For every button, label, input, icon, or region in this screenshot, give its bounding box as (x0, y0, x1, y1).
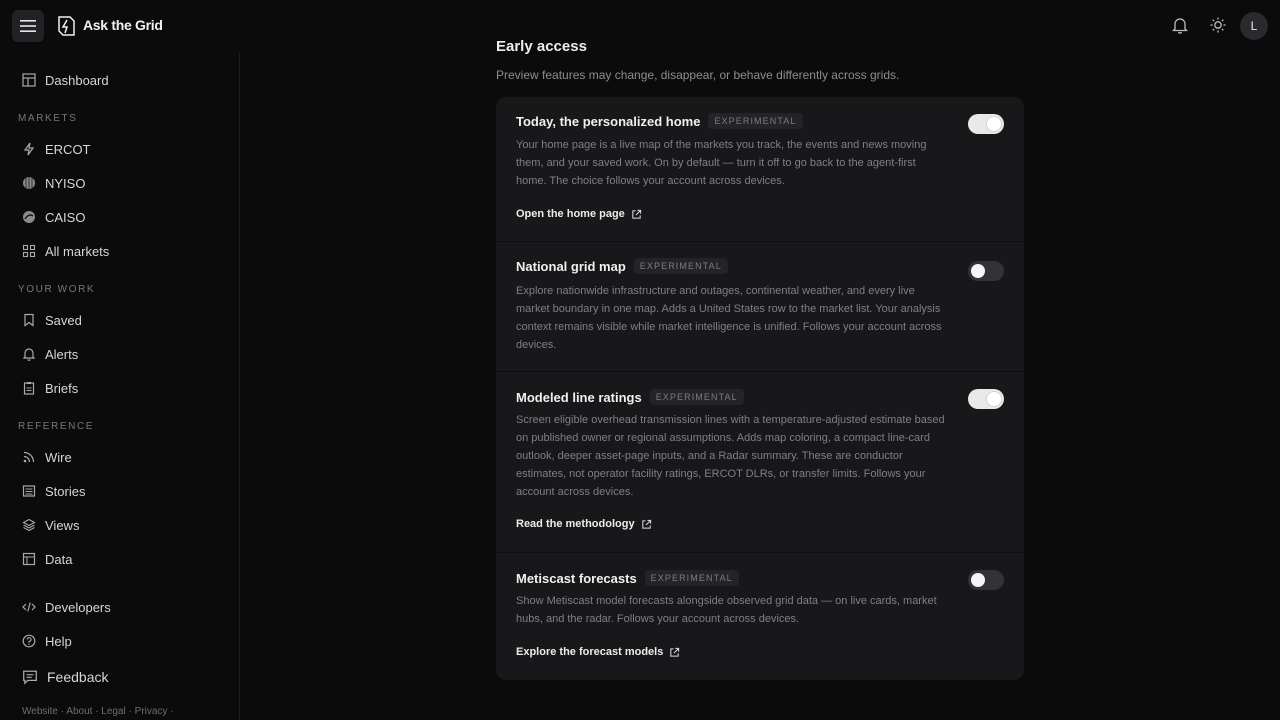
sidebar-item-label: NYISO (45, 175, 86, 191)
theme-toggle-icon[interactable] (1209, 16, 1227, 34)
newspaper-icon (22, 485, 36, 497)
bell-icon (22, 348, 36, 361)
footer-links[interactable]: Website · About · Legal · Privacy · (22, 706, 174, 717)
hamburger-icon (20, 20, 36, 32)
sidebar-item-help[interactable]: Help (12, 626, 228, 656)
feature-description: Show Metiscast model forecasts alongside… (516, 595, 937, 625)
layers-icon (22, 518, 36, 532)
sidebar-item-alerts[interactable]: Alerts (12, 339, 228, 369)
rss-icon (23, 451, 35, 463)
sidebar-item-views[interactable]: Views (12, 510, 228, 540)
sidebar-item-label: All markets (45, 243, 110, 259)
sidebar-item-ercot[interactable]: ERCOT (12, 134, 228, 164)
experimental-badge: EXPERIMENTAL (649, 389, 744, 405)
sidebar: Dashboard MARKETS ERCOT NYISO CAISO All … (0, 52, 240, 720)
your-work-section-label: YOUR WORK (18, 284, 96, 295)
feature-toggle[interactable] (968, 114, 1004, 134)
sidebar-item-label: Saved (45, 312, 82, 328)
sidebar-item-stories[interactable]: Stories (12, 476, 228, 506)
sidebar-item-data[interactable]: Data (12, 544, 228, 574)
bookmark-icon (24, 313, 34, 327)
sidebar-item-label: Views (45, 517, 80, 533)
feature-title: Metiscast forecasts EXPERIMENTAL (516, 570, 739, 586)
sidebar-item-dashboard[interactable]: Dashboard (12, 65, 228, 95)
toggle-knob (971, 264, 985, 278)
section-description: Preview features may change, disappear, … (496, 68, 900, 82)
sidebar-item-wire[interactable]: Wire (12, 442, 228, 472)
toggle-knob (987, 392, 1001, 406)
feature-row: Metiscast forecasts EXPERIMENTAL Show Me… (496, 552, 1024, 680)
toggle-knob (971, 573, 985, 587)
toggle-knob (987, 117, 1001, 131)
sidebar-item-label: Wire (45, 449, 72, 465)
top-bar: Ask the Grid L (0, 0, 1280, 52)
feature-description: Your home page is a live map of the mark… (516, 139, 927, 187)
feature-link[interactable]: Read the methodology (516, 518, 652, 530)
sidebar-item-label: Data (45, 551, 73, 567)
sidebar-item-label: Briefs (45, 380, 79, 396)
sidebar-item-all-markets[interactable]: All markets (12, 236, 228, 266)
feature-row: Modeled line ratings EXPERIMENTAL Screen… (496, 371, 1024, 552)
section-title: Early access (496, 38, 587, 55)
sidebar-item-label: ERCOT (45, 141, 91, 157)
sidebar-item-label: Dashboard (45, 72, 109, 88)
bell-icon[interactable] (1171, 16, 1189, 34)
grid-icon (22, 244, 36, 258)
feature-link[interactable]: Explore the forecast models (516, 646, 680, 658)
code-icon (22, 602, 36, 612)
menu-button[interactable] (12, 10, 44, 42)
feature-description: Screen eligible overhead transmission li… (516, 414, 945, 498)
reference-section-label: REFERENCE (18, 421, 95, 432)
feature-title-text: Metiscast forecasts (516, 570, 637, 586)
sidebar-item-label: Alerts (45, 346, 79, 362)
message-icon (23, 670, 37, 685)
feature-title-text: Today, the personalized home (516, 113, 701, 129)
feature-title: Today, the personalized home EXPERIMENTA… (516, 113, 803, 129)
sidebar-item-label: Stories (45, 483, 86, 499)
experimental-badge: EXPERIMENTAL (633, 258, 728, 274)
early-access-panel: Today, the personalized home EXPERIMENTA… (496, 97, 1024, 680)
sidebar-item-saved[interactable]: Saved (12, 305, 228, 335)
feature-link[interactable]: Open the home page (516, 208, 642, 220)
table-icon (22, 552, 36, 566)
sidebar-item-label: Feedback (47, 669, 109, 685)
brand-name[interactable]: Ask the Grid (83, 17, 163, 33)
feature-title-text: National grid map (516, 258, 626, 274)
feature-toggle[interactable] (968, 570, 1004, 590)
feature-link-text[interactable]: Explore the forecast models (516, 646, 663, 658)
feature-toggle[interactable] (968, 389, 1004, 409)
dashboard-icon (22, 73, 36, 87)
experimental-badge: EXPERIMENTAL (644, 570, 739, 586)
feature-toggle[interactable] (968, 261, 1004, 281)
sidebar-item-label: CAISO (45, 209, 86, 225)
sidebar-item-caiso[interactable]: CAISO (12, 202, 228, 232)
external-link-icon (641, 519, 651, 529)
caiso-logo-icon (23, 211, 35, 223)
feature-row: Today, the personalized home EXPERIMENTA… (496, 97, 1024, 241)
avatar[interactable]: L (1240, 12, 1268, 40)
feature-link-text[interactable]: Open the home page (516, 208, 625, 220)
sidebar-item-developers[interactable]: Developers (12, 592, 228, 622)
feature-title: National grid map EXPERIMENTAL (516, 258, 728, 274)
feature-link-text[interactable]: Read the methodology (516, 518, 635, 530)
sidebar-item-feedback[interactable]: Feedback (12, 662, 228, 692)
external-link-icon (670, 647, 680, 657)
feature-title-text: Modeled line ratings (516, 389, 642, 405)
markets-section-label: MARKETS (18, 113, 78, 124)
nyiso-logo-icon (23, 177, 35, 189)
sidebar-item-label: Help (45, 633, 72, 649)
lightning-icon (23, 142, 35, 156)
experimental-badge: EXPERIMENTAL (708, 113, 803, 129)
feature-description: Explore nationwide infrastructure and ou… (516, 285, 942, 351)
external-link-icon (632, 209, 641, 219)
feature-row: National grid map EXPERIMENTAL Explore n… (496, 241, 1024, 371)
sidebar-item-label: Developers (45, 599, 111, 615)
clipboard-icon (23, 382, 35, 395)
sidebar-item-nyiso[interactable]: NYISO (12, 168, 228, 198)
feature-title: Modeled line ratings EXPERIMENTAL (516, 389, 744, 405)
help-icon (22, 634, 36, 648)
sidebar-item-briefs[interactable]: Briefs (12, 373, 228, 403)
logo-icon[interactable] (56, 15, 76, 37)
